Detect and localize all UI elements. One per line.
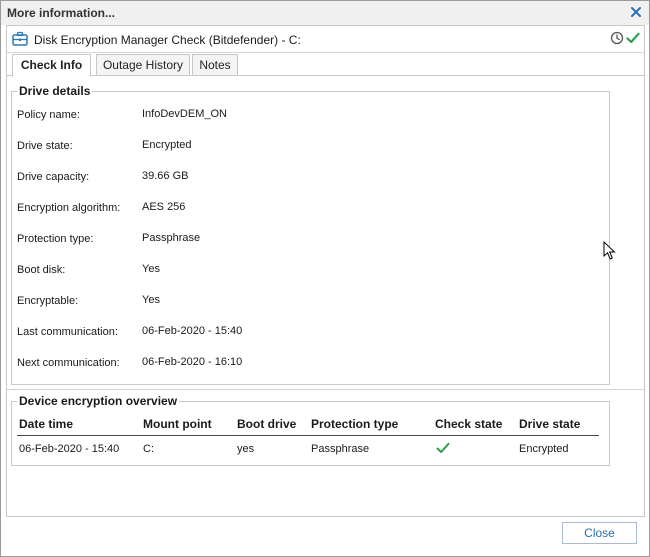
mouse-pointer-icon — [603, 240, 617, 261]
checkmark-icon — [625, 30, 641, 46]
briefcase-icon — [12, 31, 28, 47]
boot-disk-label: Boot disk: — [17, 264, 66, 276]
drive-details-group: Drive details Policy name: InfoDevDEM_ON… — [11, 84, 610, 385]
encryption-algorithm-value: AES 256 — [142, 201, 186, 213]
protection-type-value: Passphrase — [142, 232, 201, 244]
policy-name-value: InfoDevDEM_ON — [142, 108, 227, 120]
overview-title: Device encryption overview — [17, 394, 180, 408]
cell-mount-point: C: — [143, 443, 154, 455]
column-header-boot-drive[interactable]: Boot drive — [237, 417, 296, 431]
content-panel: Disk Encryption Manager Check (Bitdefend… — [6, 25, 645, 517]
drive-details-title: Drive details — [17, 84, 93, 98]
tab-label: Check Info — [20, 58, 83, 72]
dialog-title: More information... — [7, 6, 115, 20]
drive-capacity-value: 39.66 GB — [142, 170, 189, 182]
protection-type-label: Protection type: — [17, 233, 94, 245]
header-underline — [17, 435, 599, 436]
tab-label: Notes — [199, 58, 231, 72]
check-header: Disk Encryption Manager Check (Bitdefend… — [7, 26, 644, 53]
encryption-algorithm-label: Encryption algorithm: — [17, 202, 121, 214]
tab-notes[interactable]: Notes — [192, 54, 238, 75]
tab-outage-history[interactable]: Outage History — [96, 54, 190, 75]
drive-state-value: Encrypted — [142, 139, 192, 151]
column-header-drive-state[interactable]: Drive state — [519, 417, 580, 431]
title-bar[interactable]: More information... — [1, 1, 649, 25]
policy-name-label: Policy name: — [17, 109, 80, 121]
column-header-date-time[interactable]: Date time — [19, 417, 73, 431]
tab-label: Outage History — [102, 58, 184, 72]
tab-strip-border — [7, 75, 644, 76]
boot-disk-value: Yes — [142, 263, 160, 275]
cell-date-time: 06-Feb-2020 - 15:40 — [19, 443, 120, 455]
check-title: Disk Encryption Manager Check (Bitdefend… — [34, 33, 301, 47]
more-information-dialog: More information... Disk Encryption Mana… — [0, 0, 650, 557]
close-icon[interactable] — [628, 4, 644, 20]
next-communication-value: 06-Feb-2020 - 16:10 — [142, 356, 243, 368]
column-header-check-state[interactable]: Check state — [435, 417, 502, 431]
history-icon[interactable] — [610, 31, 624, 45]
cell-drive-state: Encrypted — [519, 443, 569, 455]
column-header-mount-point[interactable]: Mount point — [143, 417, 212, 431]
drive-state-label: Drive state: — [17, 140, 73, 152]
tab-check-info[interactable]: Check Info — [12, 54, 91, 77]
column-header-protection-type[interactable]: Protection type — [311, 417, 398, 431]
last-communication-label: Last communication: — [17, 326, 118, 338]
section-divider — [7, 389, 644, 390]
checkmark-icon — [435, 440, 451, 459]
encryptable-label: Encryptable: — [17, 295, 79, 307]
close-button[interactable]: Close — [562, 522, 637, 544]
cell-boot-drive: yes — [237, 443, 255, 455]
device-encryption-overview-group: Device encryption overview Date time Mou… — [11, 394, 610, 466]
encryptable-value: Yes — [142, 294, 160, 306]
drive-capacity-label: Drive capacity: — [17, 171, 90, 183]
last-communication-value: 06-Feb-2020 - 15:40 — [142, 325, 243, 337]
next-communication-label: Next communication: — [17, 357, 120, 369]
cell-protection-type: Passphrase — [311, 443, 370, 455]
